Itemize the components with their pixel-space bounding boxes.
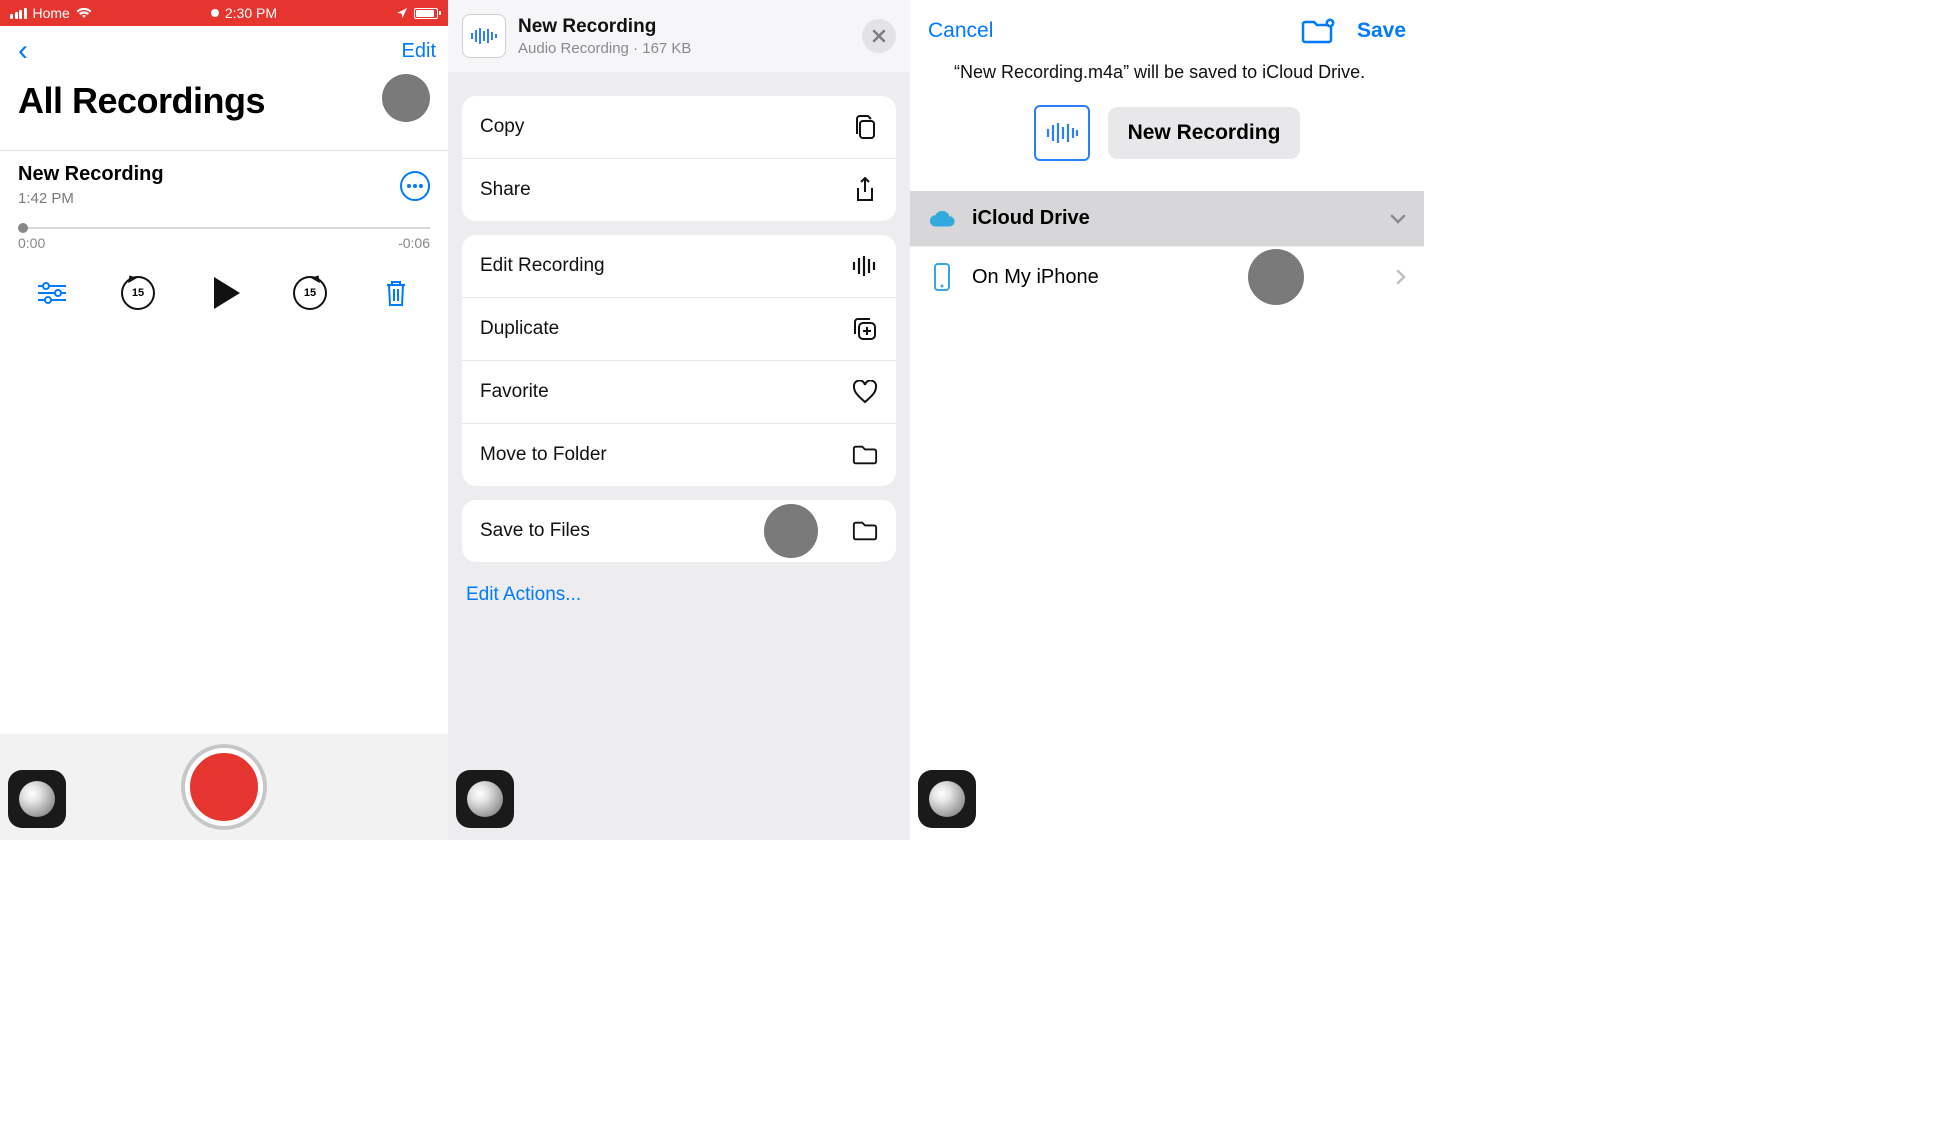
action-favorite-label: Favorite bbox=[480, 381, 549, 403]
recording-indicator-icon bbox=[211, 9, 219, 17]
action-save-label: Save to Files bbox=[480, 520, 590, 542]
record-button[interactable] bbox=[185, 748, 263, 826]
audio-thumbnail-icon bbox=[462, 14, 506, 58]
assistive-touch-icon bbox=[467, 781, 503, 817]
touch-indicator bbox=[1248, 249, 1304, 305]
chevron-down-icon bbox=[1390, 214, 1406, 224]
assistive-touch-icon bbox=[929, 781, 965, 817]
record-toolbar bbox=[0, 734, 448, 840]
carrier-label: Home bbox=[33, 5, 70, 21]
new-folder-button[interactable] bbox=[1301, 18, 1335, 44]
skip-back-button[interactable]: 15 bbox=[114, 269, 162, 317]
share-sheet-screen: New Recording Audio Recording · 167 KB C… bbox=[448, 0, 910, 840]
location-on-my-iphone[interactable]: On My iPhone bbox=[910, 246, 1424, 307]
assistive-touch-icon bbox=[19, 781, 55, 817]
icloud-icon bbox=[928, 209, 956, 229]
page-title: All Recordings bbox=[0, 72, 448, 140]
folder-icon bbox=[852, 518, 878, 544]
skip-forward-button[interactable]: 15 bbox=[286, 269, 334, 317]
wifi-icon bbox=[76, 7, 92, 19]
save-to-files-screen: Cancel Save “New Recording.m4a” will be … bbox=[910, 0, 1424, 840]
recording-name: New Recording bbox=[18, 163, 164, 186]
copy-icon bbox=[852, 114, 878, 140]
action-edit-recording[interactable]: Edit Recording bbox=[462, 235, 896, 297]
back-button[interactable]: ‹ bbox=[12, 36, 34, 66]
scrubber[interactable] bbox=[18, 227, 430, 229]
close-icon bbox=[872, 29, 886, 43]
action-save-to-files[interactable]: Save to Files bbox=[462, 500, 896, 562]
duplicate-icon bbox=[852, 316, 878, 342]
status-time: 2:30 PM bbox=[225, 5, 277, 21]
touch-indicator bbox=[382, 74, 430, 122]
action-edit-label: Edit Recording bbox=[480, 255, 605, 277]
action-duplicate[interactable]: Duplicate bbox=[462, 297, 896, 360]
action-move-label: Move to Folder bbox=[480, 444, 607, 466]
cancel-button[interactable]: Cancel bbox=[928, 19, 993, 43]
action-copy[interactable]: Copy bbox=[462, 96, 896, 158]
action-share-label: Share bbox=[480, 179, 531, 201]
waveform-icon bbox=[852, 253, 878, 279]
sheet-header: New Recording Audio Recording · 167 KB bbox=[448, 0, 910, 72]
status-bar: Home 2:30 PM bbox=[0, 0, 448, 26]
location-icon bbox=[396, 7, 408, 19]
audio-file-icon bbox=[1034, 105, 1090, 161]
play-button[interactable] bbox=[200, 269, 248, 317]
play-icon bbox=[214, 277, 240, 309]
share-icon bbox=[852, 177, 878, 203]
location-iphone-label: On My iPhone bbox=[972, 266, 1099, 289]
action-copy-label: Copy bbox=[480, 116, 524, 138]
delete-button[interactable] bbox=[372, 269, 420, 317]
sheet-title: New Recording bbox=[518, 16, 691, 38]
touch-indicator bbox=[764, 504, 818, 558]
iphone-icon bbox=[928, 263, 956, 291]
edit-button[interactable]: Edit bbox=[402, 40, 436, 63]
recording-timestamp: 1:42 PM bbox=[18, 190, 164, 207]
assistive-touch-button[interactable] bbox=[8, 770, 66, 828]
file-name-field[interactable]: New Recording bbox=[1108, 107, 1301, 159]
edit-actions-button[interactable]: Edit Actions... bbox=[462, 562, 896, 628]
assistive-touch-button[interactable] bbox=[918, 770, 976, 828]
scrubber-knob[interactable] bbox=[18, 223, 28, 233]
save-button[interactable]: Save bbox=[1357, 19, 1406, 43]
skip-back-label: 15 bbox=[132, 287, 144, 299]
folder-icon bbox=[852, 442, 878, 468]
battery-icon bbox=[414, 8, 438, 19]
chevron-right-icon bbox=[1396, 269, 1406, 285]
location-icloud-drive[interactable]: iCloud Drive bbox=[910, 191, 1424, 246]
recording-item[interactable]: New Recording 1:42 PM 0:00 -0:06 15 15 bbox=[0, 150, 448, 327]
file-preview: New Recording bbox=[910, 101, 1424, 191]
voice-memos-screen: Home 2:30 PM ‹ Edit All Recordings New R… bbox=[0, 0, 448, 840]
signal-bars-icon bbox=[10, 8, 27, 19]
location-icloud-label: iCloud Drive bbox=[972, 207, 1090, 230]
close-button[interactable] bbox=[862, 19, 896, 53]
action-favorite[interactable]: Favorite bbox=[462, 360, 896, 423]
skip-fwd-label: 15 bbox=[304, 287, 316, 299]
save-description: “New Recording.m4a” will be saved to iCl… bbox=[910, 52, 1424, 101]
playback-options-button[interactable] bbox=[28, 269, 76, 317]
sheet-subtitle: Audio Recording · 167 KB bbox=[518, 40, 691, 57]
more-options-button[interactable] bbox=[400, 171, 430, 201]
action-share[interactable]: Share bbox=[462, 158, 896, 221]
elapsed-time: 0:00 bbox=[18, 235, 45, 251]
heart-icon bbox=[852, 379, 878, 405]
remaining-time: -0:06 bbox=[398, 235, 430, 251]
assistive-touch-button[interactable] bbox=[456, 770, 514, 828]
action-move-folder[interactable]: Move to Folder bbox=[462, 423, 896, 486]
action-duplicate-label: Duplicate bbox=[480, 318, 559, 340]
